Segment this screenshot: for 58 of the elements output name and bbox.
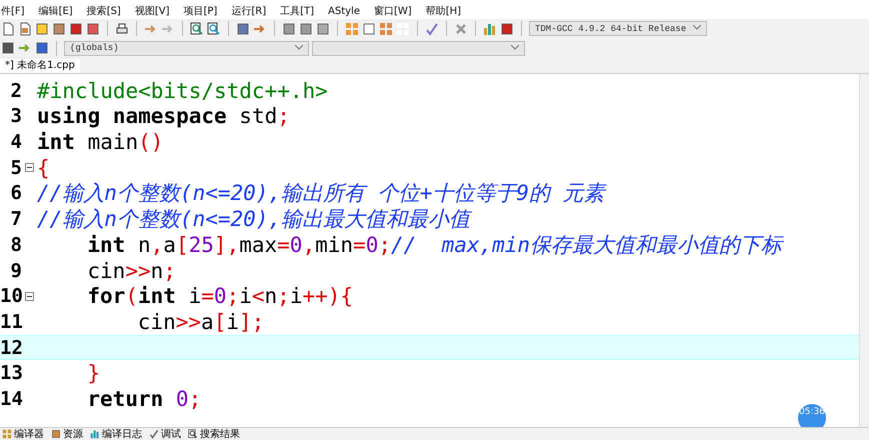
menu-item[interactable]: AStyle	[328, 6, 360, 18]
print-icon[interactable]	[115, 22, 129, 36]
code-line: {	[36, 156, 50, 180]
line-number: 6	[10, 182, 22, 204]
menu-item[interactable]: 件[F]	[1, 6, 25, 18]
line-number: 10	[0, 285, 22, 308]
file-tab[interactable]: *] 未命名1.cpp	[0, 58, 80, 73]
menu-item[interactable]: 帮助[H]	[426, 6, 462, 18]
panel-tab[interactable]: 搜索结果	[200, 428, 240, 440]
panel-tab[interactable]: 调试	[161, 428, 181, 440]
code-line: return 0;	[86, 386, 202, 411]
line-number: 12	[0, 336, 22, 359]
code-line: for(int i=0;i<n;i++){	[86, 284, 354, 308]
line-number: 4	[10, 131, 22, 154]
menu-item[interactable]: 工具[T]	[280, 6, 314, 18]
line-number: 5	[10, 156, 22, 179]
check-icon[interactable]	[149, 429, 159, 440]
menu-item[interactable]: 运行[R]	[231, 6, 266, 18]
line-number: 7	[10, 208, 22, 230]
close-icon[interactable]	[454, 22, 468, 36]
line-number: 2	[10, 80, 22, 102]
code-line: //输入n个整数(n<=20),输出所有 个位+十位等于9的 元素	[36, 180, 605, 208]
menu-item[interactable]: 搜索[S]	[86, 6, 121, 18]
fold-toggle-icon[interactable]	[24, 292, 34, 301]
code-line: int n,a[25],max=0,min=0;// max,min保存最大值和最小值的下标	[86, 232, 782, 259]
menu-item[interactable]: 视图[V]	[134, 6, 170, 18]
open-file-icon[interactable]	[18, 22, 32, 36]
code-line: cin>>n;	[86, 258, 176, 283]
line-number: 13	[0, 362, 22, 384]
line-number: 11	[0, 310, 22, 333]
menu-item[interactable]: 编辑[E]	[38, 6, 73, 18]
search-icon[interactable]	[188, 429, 198, 440]
grid-icon[interactable]	[379, 22, 393, 36]
vertical-scrollbar[interactable]	[859, 74, 869, 428]
panel-tab[interactable]: 编译器	[14, 428, 44, 440]
check-icon[interactable]	[425, 22, 439, 36]
menu-item[interactable]: 窗口[W]	[374, 6, 412, 18]
search-icon[interactable]	[190, 22, 204, 36]
code-line: using namespace std;	[36, 104, 290, 128]
code-line: #include<bits/stdc++.h>	[36, 78, 328, 103]
replace-icon[interactable]	[207, 22, 221, 36]
window-icon[interactable]	[362, 22, 376, 36]
menu-item[interactable]: 项目[P]	[184, 6, 218, 18]
bar-chart-icon[interactable]	[90, 429, 100, 440]
new-file-icon[interactable]	[1, 22, 15, 36]
line-number: 3	[10, 105, 22, 128]
line-number: 8	[10, 234, 22, 256]
code-line: cin>>a[i];	[136, 310, 264, 334]
compiler-select[interactable]: TDM-GCC 4.9.2 64-bit Release	[529, 21, 707, 36]
panel-tab[interactable]: 资源	[63, 428, 83, 440]
line-number: 14	[0, 388, 22, 410]
line-number: 9	[10, 260, 22, 282]
code-line: int main()	[36, 130, 164, 154]
scope-select[interactable]: (globals)	[64, 40, 309, 56]
panel-tab[interactable]: 编译日志	[102, 428, 142, 440]
fold-toggle-icon[interactable]	[24, 163, 34, 172]
code-line: }	[86, 361, 100, 386]
code-line: //输入n个整数(n<=20),输出最大值和最小值	[36, 206, 470, 234]
